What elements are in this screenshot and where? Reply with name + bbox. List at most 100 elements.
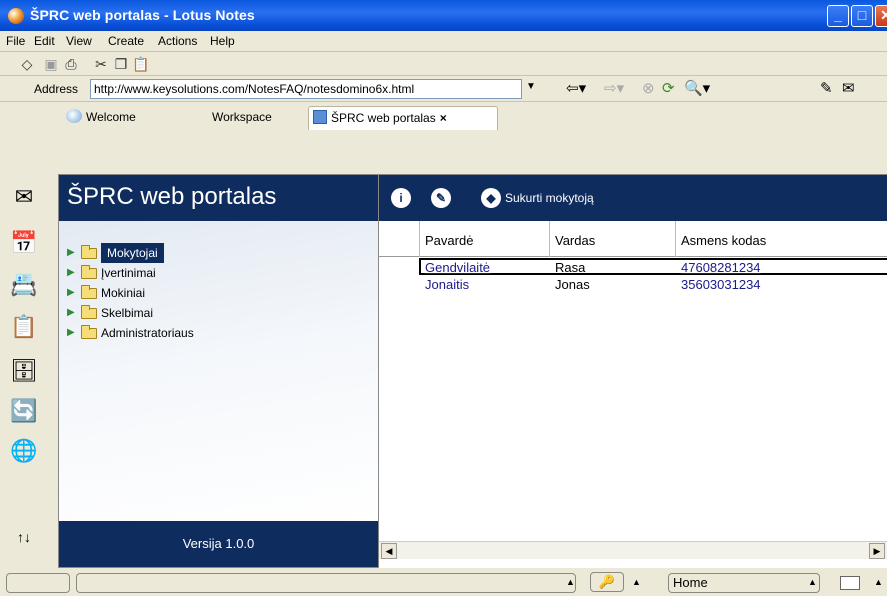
browser-bookmark-icon[interactable]: 🌐 <box>9 436 39 466</box>
nav-item-label: Skelbimai <box>101 306 154 320</box>
nav-item-label: Įvertinimai <box>101 266 156 280</box>
tab-workspace[interactable]: Workspace <box>208 106 298 130</box>
todo-bookmark-icon[interactable]: 📋 <box>9 312 39 342</box>
nav-item-label: Mokiniai <box>101 286 146 300</box>
expand-twistie-icon[interactable]: ▶ <box>67 263 75 283</box>
status-bar: ▲ 🔑 ▲ Home ▲ ▲ <box>0 568 887 596</box>
scroll-right-icon[interactable]: ▶ <box>869 543 885 559</box>
expand-twistie-icon[interactable]: ▶ <box>67 303 75 323</box>
tab-sprc-label: ŠPRC web portalas <box>331 111 436 125</box>
column-separator <box>675 221 676 257</box>
menu-bar: File Edit View Create Actions Help <box>0 31 887 52</box>
tab-close-icon[interactable]: × <box>440 111 447 125</box>
nav-item-label: Administratoriaus <box>101 326 194 340</box>
folder-icon <box>81 285 97 299</box>
menu-actions[interactable]: Actions <box>158 34 197 48</box>
key-up-arrow-icon[interactable]: ▲ <box>632 577 641 587</box>
table-header: Pavardė Vardas Asmens kodas <box>379 221 887 257</box>
lotus-notes-window: ŠPRC web portalas - Lotus Notes _ □ ✕ Fi… <box>0 0 887 596</box>
expand-twistie-icon[interactable]: ▶ <box>67 243 75 263</box>
column-header-pavarde[interactable]: Pavardė <box>425 233 473 248</box>
cut-icon[interactable]: ✂ <box>92 55 110 73</box>
row-kodas: 35603031234 <box>681 277 761 292</box>
menu-create[interactable]: Create <box>108 34 144 48</box>
stop-icon[interactable]: ⊗ <box>642 81 655 97</box>
folder-icon <box>81 245 97 259</box>
action-bar: i ✎ ◆ Sukurti mokytoją <box>379 175 887 221</box>
navigator-tree: ▶ Mokytojai ▶ Įvertinimai ▶ Mokiniai ▶ S… <box>59 221 378 521</box>
bookmark-bar: ✉ 📅 📇 📋 🗄 🔄 🌐 ↑↓ <box>0 172 50 568</box>
menu-help[interactable]: Help <box>210 34 235 48</box>
row-pavarde: Jonaitis <box>425 277 470 292</box>
replication-bookmark-icon[interactable]: 🔄 <box>9 396 39 426</box>
close-button[interactable]: ✕ <box>875 5 887 27</box>
horizontal-scrollbar[interactable]: ◀ ▶ <box>379 541 887 559</box>
nav-item-mokiniai[interactable]: ▶ Mokiniai <box>59 283 378 303</box>
table-row[interactable]: Jonaitis Jonas 35603031234 <box>379 277 887 294</box>
back-icon[interactable]: ⇦▾ <box>566 81 586 97</box>
column-separator <box>419 221 420 257</box>
edit-action-icon[interactable]: ✎ <box>431 188 451 208</box>
view-pane: i ✎ ◆ Sukurti mokytoją Pavardė Vardas As… <box>379 174 887 568</box>
nav-item-administratoriaus[interactable]: ▶ Administratoriaus <box>59 323 378 343</box>
copy-icon[interactable]: ❐ <box>112 55 130 73</box>
toolbar: ◇ ▣ ⎙ ✂ ❐ 📋 <box>0 52 887 76</box>
tab-sprc-portalas[interactable]: ŠPRC web portalas × <box>308 106 498 130</box>
address-bar: Address http://www.keysolutions.com/Note… <box>0 76 887 102</box>
address-input[interactable]: http://www.keysolutions.com/NotesFAQ/not… <box>90 79 522 99</box>
column-header-asmens-kodas[interactable]: Asmens kodas <box>681 233 766 248</box>
diamond-icon[interactable]: ◇ <box>18 55 36 73</box>
tab-welcome[interactable]: Welcome <box>62 106 172 130</box>
forward-icon[interactable]: ⇨▾ <box>604 81 624 97</box>
status-up-arrow-icon[interactable]: ▲ <box>566 577 575 587</box>
lotus-notes-app-icon <box>8 8 24 24</box>
version-label: Versija 1.0.0 <box>59 521 378 567</box>
edit-note-icon[interactable]: ✎ <box>820 81 833 97</box>
refresh-icon[interactable]: ⟳ <box>662 81 675 97</box>
inbox-icon[interactable] <box>840 576 860 590</box>
row-vardas: Rasa <box>555 260 586 275</box>
calendar-bookmark-icon[interactable]: 📅 <box>9 228 39 258</box>
paste-icon[interactable]: 📋 <box>132 55 150 73</box>
address-dropdown-icon[interactable]: ▼ <box>526 81 536 92</box>
menu-view[interactable]: View <box>66 34 92 48</box>
title-bar[interactable]: ŠPRC web portalas - Lotus Notes _ □ ✕ <box>0 0 887 31</box>
navigator-title: ŠPRC web portalas <box>59 175 378 221</box>
print-icon[interactable]: ⎙ <box>62 55 80 73</box>
save-icon[interactable]: ▣ <box>42 55 60 73</box>
info-action-icon[interactable]: i <box>391 188 411 208</box>
column-separator <box>549 221 550 257</box>
status-message-box[interactable] <box>76 573 576 593</box>
nav-item-label: Mokytojai <box>101 243 164 263</box>
key-icon[interactable]: 🔑 <box>590 572 624 592</box>
menu-edit[interactable]: Edit <box>34 34 55 48</box>
table-row[interactable]: Gendvilaitė Rasa 47608281234 <box>419 258 887 275</box>
databases-bookmark-icon[interactable]: 🗄 <box>9 356 39 386</box>
create-action-icon[interactable]: ◆ <box>481 188 501 208</box>
column-header-vardas[interactable]: Vardas <box>555 233 595 248</box>
maximize-button[interactable]: □ <box>851 5 873 27</box>
nav-item-ivertinimai[interactable]: ▶ Įvertinimai <box>59 263 378 283</box>
location-up-arrow-icon[interactable]: ▲ <box>808 577 817 587</box>
window-title: ŠPRC web portalas - Lotus Notes <box>30 7 255 23</box>
address-label: Address <box>34 82 79 96</box>
contacts-bookmark-icon[interactable]: 📇 <box>9 270 39 300</box>
scroll-left-icon[interactable]: ◀ <box>381 543 397 559</box>
more-bookmarks-icon[interactable]: ↑↓ <box>9 522 39 552</box>
create-teacher-button[interactable]: Sukurti mokytoją <box>505 191 594 205</box>
menu-file[interactable]: File <box>6 34 25 48</box>
minimize-button[interactable]: _ <box>827 5 849 27</box>
database-icon <box>313 110 327 124</box>
navigator-pane: ŠPRC web portalas ▶ Mokytojai ▶ Įvertini… <box>58 174 379 568</box>
nav-item-mokytojai[interactable]: ▶ Mokytojai <box>59 243 378 263</box>
nav-item-skelbimai[interactable]: ▶ Skelbimai <box>59 303 378 323</box>
mail-icon[interactable]: ✉ <box>842 81 855 97</box>
expand-twistie-icon[interactable]: ▶ <box>67 283 75 303</box>
tab-workspace-label: Workspace <box>212 110 272 124</box>
mail-bookmark-icon[interactable]: ✉ <box>9 182 39 212</box>
status-box-small[interactable] <box>6 573 70 593</box>
inbox-up-arrow-icon[interactable]: ▲ <box>874 577 883 587</box>
expand-twistie-icon[interactable]: ▶ <box>67 323 75 343</box>
location-selector[interactable]: Home <box>668 573 820 593</box>
search-icon[interactable]: 🔍▾ <box>684 81 710 97</box>
